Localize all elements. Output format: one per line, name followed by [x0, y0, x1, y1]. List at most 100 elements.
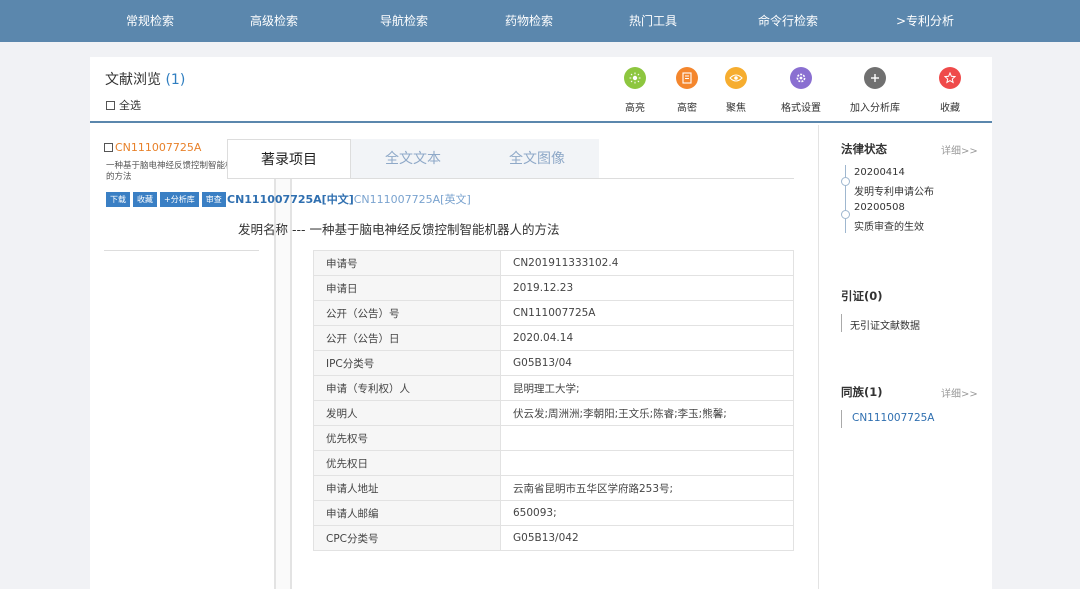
field-value: 650093;: [500, 500, 794, 526]
list-scrollbar[interactable]: [274, 141, 292, 589]
collect-button[interactable]: 收藏: [133, 192, 157, 207]
field-value: [500, 425, 794, 451]
family-title: 同族(1): [841, 385, 883, 399]
timeline-dot: [841, 177, 850, 186]
detail-tabs: 著录项目 全文文本 全文图像: [227, 139, 599, 179]
highlight-label: 高亮: [625, 103, 645, 114]
field-label: 申请号: [313, 250, 501, 276]
field-value: 云南省昆明市五华区学府路253号;: [500, 475, 794, 501]
field-label: 优先权号: [313, 425, 501, 451]
list-item-id-text[interactable]: CN111007725A: [115, 141, 201, 154]
field-label: IPC分类号: [313, 350, 501, 376]
tab-bibliographic[interactable]: 著录项目: [227, 139, 351, 179]
document-icon: [676, 67, 698, 89]
browser-header: 文献浏览 (1) 全选 高亮 高密 聚焦 格式设置 加入分析库 收藏: [90, 57, 992, 123]
field-value: [500, 450, 794, 476]
table-row: 优先权日: [313, 450, 794, 476]
field-label: 申请人地址: [313, 475, 501, 501]
checkbox-box[interactable]: [106, 100, 115, 110]
citation-empty-text: 无引证文献数据: [850, 321, 920, 332]
legal-event-text: 发明专利申请公布: [854, 187, 934, 198]
field-value: 伏云发;周洲洲;李朝阳;王文乐;陈睿;李玉;熊馨;: [500, 400, 794, 426]
legal-detail-link[interactable]: 详细>>: [941, 142, 978, 157]
table-row: 公开（公告）日 2020.04.14: [313, 325, 794, 351]
field-value: CN111007725A: [500, 300, 794, 326]
family-detail-link[interactable]: 详细>>: [941, 385, 978, 400]
nav-advanced-search[interactable]: 高级检索: [250, 0, 298, 42]
focus-button[interactable]: 聚焦: [706, 67, 766, 114]
table-row: 申请人邮编 650093;: [313, 500, 794, 526]
field-label: CPC分类号: [313, 525, 501, 551]
format-settings-button[interactable]: 格式设置: [771, 67, 831, 114]
citation-title: 引证(0): [841, 289, 883, 303]
nav-hot-tools[interactable]: 热门工具: [629, 0, 677, 42]
page-title: 文献浏览 (1): [105, 69, 185, 89]
star-icon: [939, 67, 961, 89]
download-button[interactable]: 下载: [106, 192, 130, 207]
nav-command-search[interactable]: 命令行检索: [758, 0, 818, 42]
list-item-checkbox[interactable]: [104, 143, 113, 152]
field-label: 发明人: [313, 400, 501, 426]
family-bar: [841, 410, 842, 428]
result-count: (1): [165, 72, 186, 88]
table-row: 申请号 CN201911333102.4: [313, 250, 794, 276]
side-info-panel: 法律状态 详细>> 20200414 发明专利申请公布 20200508 实质审…: [818, 125, 992, 589]
field-label: 公开（公告）日: [313, 325, 501, 351]
language-switch: CN111007725A[中文]CN111007725A[英文]: [227, 191, 471, 207]
field-label: 申请（专利权）人: [313, 375, 501, 401]
field-value: 昆明理工大学;: [500, 375, 794, 401]
review-button[interactable]: 审查: [201, 192, 226, 207]
tab-full-text[interactable]: 全文文本: [351, 139, 475, 179]
field-label: 优先权日: [313, 450, 501, 476]
favorite-button[interactable]: 收藏: [920, 67, 980, 114]
field-label: 申请日: [313, 275, 501, 301]
sun-icon: [624, 67, 646, 89]
nav-general-search[interactable]: 常规检索: [126, 0, 174, 42]
legal-timeline: 20200414 发明专利申请公布 20200508 实质审查的生效: [841, 165, 981, 235]
field-value: G05B13/04: [500, 350, 794, 376]
nav-drug-search[interactable]: 药物检索: [505, 0, 553, 42]
legal-status-title: 法律状态: [841, 142, 887, 156]
highlight-button[interactable]: 高亮: [605, 67, 665, 114]
legal-event-date: 20200508: [854, 202, 905, 213]
field-label: 公开（公告）号: [313, 300, 501, 326]
table-row: IPC分类号 G05B13/04: [313, 350, 794, 376]
select-all-label: 全选: [119, 99, 141, 112]
timeline-line: [845, 165, 846, 233]
bibliographic-table: 申请号 CN201911333102.4 申请日 2019.12.23 公开（公告）号 C…: [313, 250, 794, 551]
add-analysis-button[interactable]: +分析库: [160, 192, 199, 207]
list-item-id[interactable]: CN111007725A: [104, 141, 201, 154]
family-item-link[interactable]: CN111007725A: [852, 412, 935, 424]
nav-navigation-search[interactable]: 导航检索: [380, 0, 428, 42]
page-title-text: 文献浏览: [105, 72, 161, 88]
field-value: G05B13/042: [500, 525, 794, 551]
table-row: 公开（公告）号 CN111007725A: [313, 300, 794, 326]
table-row: 申请人地址 云南省昆明市五华区学府路253号;: [313, 475, 794, 501]
top-nav: 常规检索 高级检索 导航检索 药物检索 热门工具 命令行检索 >专利分析: [0, 0, 1080, 42]
citation-bar: [841, 314, 842, 332]
field-value: 2020.04.14: [500, 325, 794, 351]
tab-full-image[interactable]: 全文图像: [475, 139, 599, 179]
add-to-library-button[interactable]: 加入分析库: [845, 67, 905, 114]
gear-icon: [790, 67, 812, 89]
list-item-actions: 下载 收藏 +分析库 审查: [106, 192, 226, 207]
timeline-dot: [841, 210, 850, 219]
table-row: 优先权号: [313, 425, 794, 451]
field-label: 申请人邮编: [313, 500, 501, 526]
table-row: 发明人 伏云发;周洲洲;李朝阳;王文乐;陈睿;李玉;熊馨;: [313, 400, 794, 426]
nav-patent-analysis[interactable]: >专利分析: [896, 0, 954, 42]
legal-event-date: 20200414: [854, 167, 905, 178]
focus-label: 聚焦: [726, 103, 746, 114]
table-row: 申请日 2019.12.23: [313, 275, 794, 301]
eye-icon: [725, 67, 747, 89]
field-value: CN201911333102.4: [500, 250, 794, 276]
field-value: 2019.12.23: [500, 275, 794, 301]
select-all-checkbox[interactable]: 全选: [106, 97, 141, 113]
format-settings-label: 格式设置: [781, 103, 821, 114]
add-to-library-label: 加入分析库: [850, 103, 900, 114]
table-row: 申请（专利权）人 昆明理工大学;: [313, 375, 794, 401]
tab-divider: [227, 178, 794, 179]
plus-icon: [864, 67, 886, 89]
lang-en-link[interactable]: CN111007725A[英文]: [354, 193, 471, 206]
lang-zh-link[interactable]: CN111007725A[中文]: [227, 193, 354, 206]
